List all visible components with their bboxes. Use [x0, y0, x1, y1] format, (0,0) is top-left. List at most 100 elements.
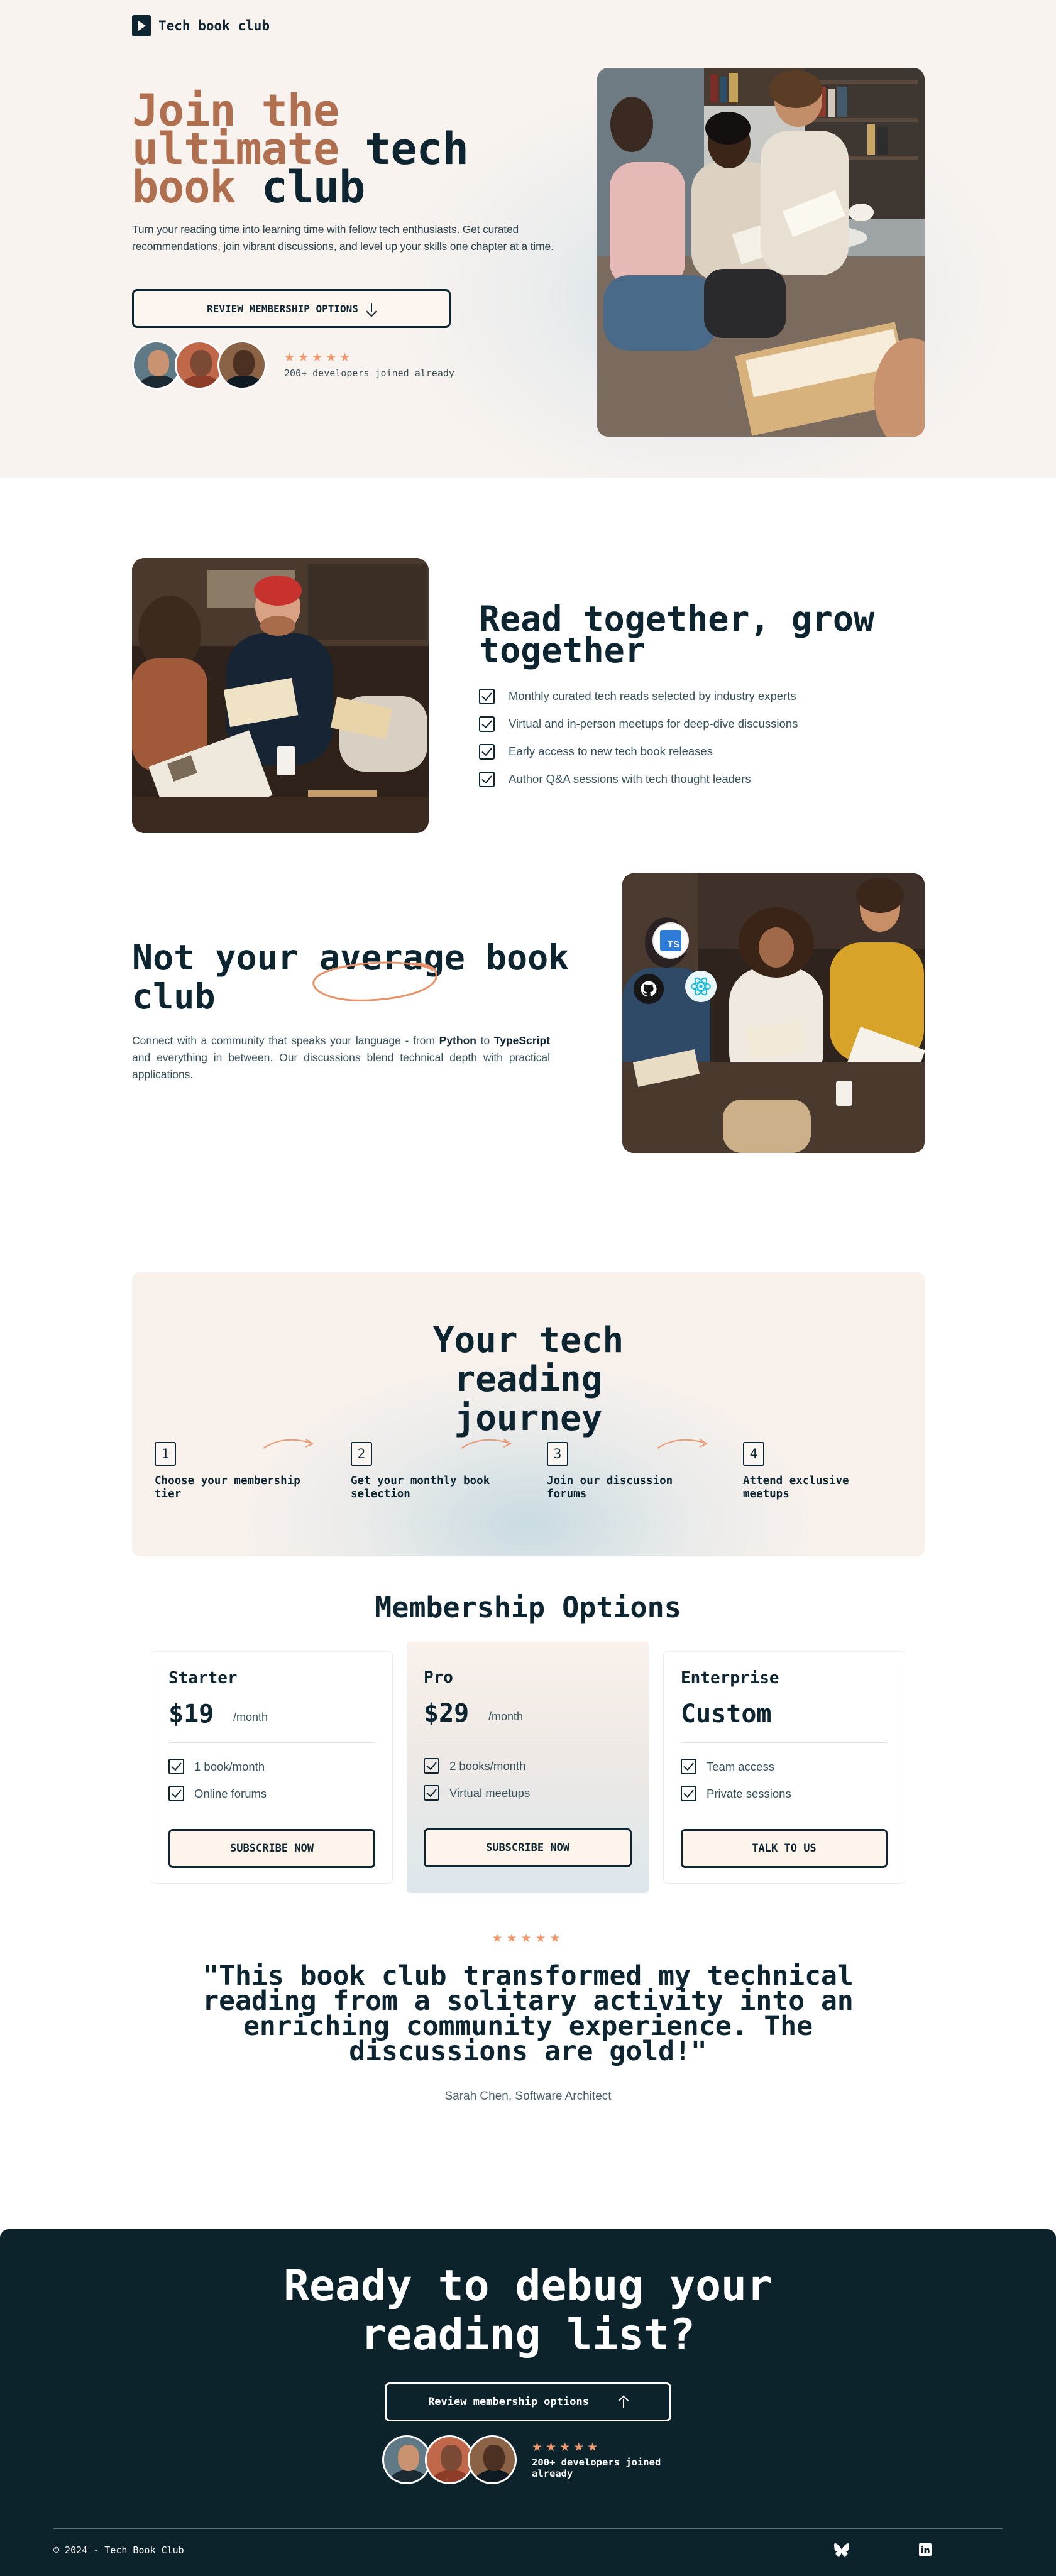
community-photo: TS	[622, 873, 925, 1153]
feature-label: Team access	[707, 1759, 774, 1773]
joined-count: 200+ developers joined already	[532, 2457, 661, 2479]
checkbox-icon	[168, 1759, 184, 1774]
hero-title-accent-book: book	[132, 161, 236, 213]
avatar	[425, 2435, 474, 2484]
feature-label: Virtual meetups	[449, 1786, 531, 1799]
benefit-text: Virtual and in-person meetups for deep-d…	[509, 717, 798, 730]
checkbox-icon	[479, 716, 495, 732]
typescript-highlight: TypeScript	[493, 1034, 550, 1047]
benefit-text: Author Q&A sessions with tech thought le…	[509, 772, 751, 785]
cta-button-label: Review membership options	[428, 2396, 589, 2408]
plan-name: Starter	[168, 1669, 238, 1688]
cta-title: Ready to debug your reading list?	[283, 2261, 773, 2360]
footer-cta-section: Ready to debug your reading list? Review…	[0, 2229, 1056, 2576]
checkbox-icon	[681, 1759, 696, 1774]
subscribe-pro-button[interactable]: SUBSCRIBE NOW	[424, 1828, 632, 1867]
plan-period: /month	[488, 1710, 524, 1723]
talk-to-us-button[interactable]: TALK TO US	[681, 1829, 888, 1868]
checkbox-icon	[479, 743, 495, 760]
journey-step: 4 Attend exclusive meetups	[743, 1442, 900, 1501]
step-label: Get your monthly book selection	[351, 1475, 490, 1500]
benefit-text: Monthly curated tech reads selected by i…	[509, 689, 796, 702]
avatar	[217, 341, 267, 390]
copyright: © 2024 - Tech Book Club	[53, 2545, 184, 2556]
step-number: 2	[351, 1442, 372, 1466]
star-rating-icon: ★★★★★	[532, 2441, 602, 2454]
curved-arrow-icon	[657, 1439, 708, 1449]
python-highlight: Python	[439, 1034, 476, 1047]
cta-rating: ★★★★★ 200+ developers joined already	[532, 2440, 683, 2479]
plan-price: Custom	[681, 1700, 772, 1728]
plan-name: Pro	[424, 1668, 453, 1687]
bluesky-icon[interactable]	[834, 2543, 849, 2557]
desc-text: and everything in between. Our discussio…	[132, 1051, 550, 1081]
plan-feature: Online forums	[168, 1786, 267, 1801]
testimonial-star-icon: ★★★★★	[492, 1932, 564, 1945]
typescript-icon: TS	[652, 922, 689, 959]
step-label: Attend exclusive meetups	[743, 1475, 849, 1500]
membership-title: Membership Options	[375, 1591, 681, 1624]
plan-feature: Team access	[681, 1759, 774, 1774]
logo-icon	[132, 15, 151, 36]
hero-title: Join the ultimate tech book club	[132, 89, 509, 209]
average-title-line2: club	[132, 976, 216, 1017]
brand[interactable]: Tech book club	[132, 15, 270, 36]
plan-feature: 1 book/month	[168, 1759, 265, 1774]
step-number: 3	[547, 1442, 568, 1466]
review-membership-label: REVIEW MEMBERSHIP OPTIONS	[207, 302, 358, 315]
list-item: Author Q&A sessions with tech thought le…	[479, 765, 798, 793]
feature-label: Private sessions	[707, 1786, 791, 1800]
journey-title: Your tech reading journey	[432, 1320, 624, 1439]
read-together-photo	[132, 558, 429, 833]
linkedin-icon[interactable]	[919, 2543, 932, 2556]
feature-label: 1 book/month	[194, 1759, 265, 1773]
checkbox-icon	[424, 1785, 439, 1801]
plan-period: /month	[233, 1711, 268, 1723]
desc-text: to	[476, 1034, 494, 1047]
step-label: Join our discussion forums	[547, 1475, 673, 1500]
hero-description: Turn your reading time into learning tim…	[132, 223, 554, 253]
member-avatars	[132, 341, 267, 390]
feature-label: Online forums	[194, 1786, 267, 1800]
checkbox-icon	[479, 771, 495, 787]
plan-name: Enterprise	[681, 1669, 779, 1688]
subscribe-starter-button[interactable]: SUBSCRIBE NOW	[168, 1829, 375, 1868]
hero-photo	[597, 68, 925, 437]
checkbox-icon	[168, 1786, 184, 1801]
member-avatars	[382, 2435, 517, 2484]
benefits-list: Monthly curated tech reads selected by i…	[479, 682, 798, 793]
list-item: Monthly curated tech reads selected by i…	[479, 682, 798, 710]
divider	[681, 1742, 888, 1743]
plan-price: $19	[168, 1700, 214, 1728]
hero-title-club: club	[235, 161, 366, 213]
plan-card-enterprise: Enterprise Custom Team access Private se…	[663, 1651, 905, 1884]
read-together-title: Read together, grow together	[479, 599, 875, 670]
testimonial-quote: "This book club transformed my technical…	[202, 1960, 854, 2067]
feature-label: 2 books/month	[449, 1759, 526, 1772]
star-rating-icon: ★★★★★	[284, 351, 354, 364]
avatar	[468, 2435, 517, 2484]
testimonial-author: Sarah Chen, Software Architect	[444, 2090, 612, 2103]
hero-section: Tech book club Join the ultimate tech bo…	[0, 0, 1056, 478]
hero-rating: ★★★★★ 200+ developers joined already	[284, 351, 454, 379]
avatar	[175, 341, 224, 390]
curved-arrow-icon	[461, 1439, 512, 1449]
benefit-text: Early access to new tech book releases	[509, 745, 713, 758]
arrow-up-icon	[619, 2396, 628, 2408]
plan-feature: Private sessions	[681, 1786, 791, 1801]
brand-name: Tech book club	[158, 18, 270, 33]
step-number: 4	[743, 1442, 764, 1466]
step-number: 1	[155, 1442, 176, 1466]
highlight-oval-icon	[312, 961, 437, 1001]
curved-arrow-icon	[263, 1439, 314, 1449]
review-membership-button[interactable]: REVIEW MEMBERSHIP OPTIONS	[132, 289, 451, 328]
review-membership-footer-button[interactable]: Review membership options	[385, 2382, 671, 2421]
checkbox-icon	[479, 688, 495, 704]
plan-feature: 2 books/month	[424, 1758, 525, 1774]
step-label: Choose your membership tier	[155, 1475, 300, 1500]
arrow-down-icon	[367, 303, 376, 314]
desc-text: Connect with a community that speaks you…	[132, 1034, 439, 1047]
list-item: Virtual and in-person meetups for deep-d…	[479, 710, 798, 738]
checkbox-icon	[424, 1758, 439, 1774]
avatar	[132, 341, 181, 390]
